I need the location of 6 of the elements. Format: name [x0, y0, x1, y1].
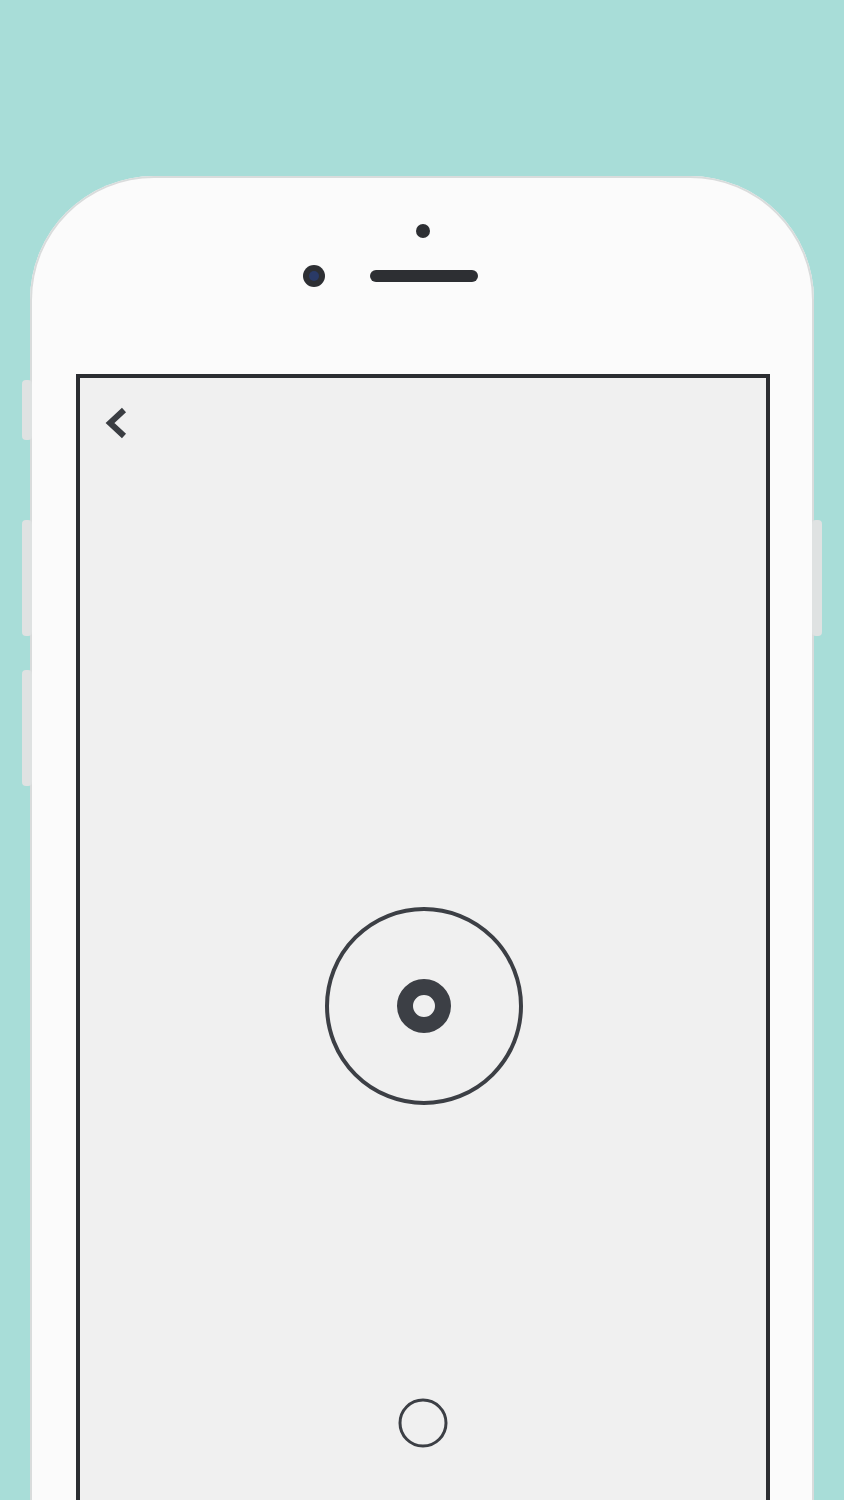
- back-icon[interactable]: [104, 406, 128, 441]
- camera-icon: [302, 264, 326, 288]
- sensor-dot: [416, 224, 430, 238]
- record-button[interactable]: [323, 906, 523, 1106]
- shutter-button[interactable]: [398, 1398, 448, 1448]
- speaker-grille: [370, 270, 478, 282]
